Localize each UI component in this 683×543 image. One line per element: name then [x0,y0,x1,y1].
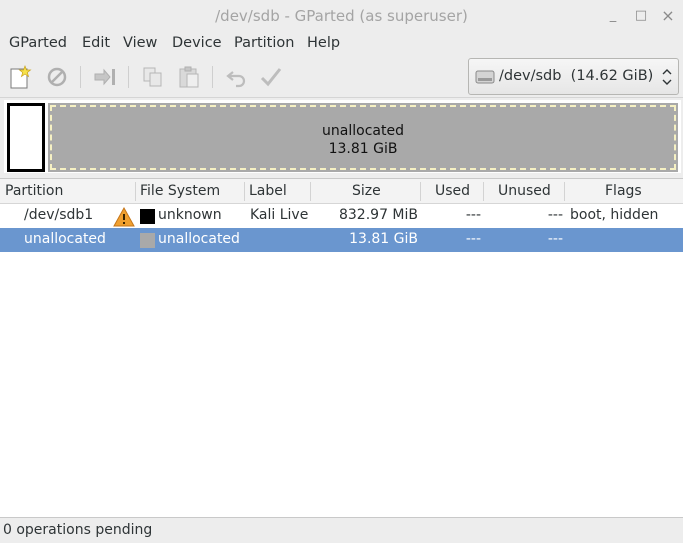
window-title: /dev/sdb - GParted (as superuser) [215,7,468,25]
cell-filesystem: unknown [158,207,222,223]
disk-map-partition-sdb1[interactable] [7,103,45,172]
menu-edit[interactable]: Edit [82,35,110,51]
menu-partition[interactable]: Partition [234,35,294,51]
column-separator [483,182,484,201]
partition-table: Partition File System Label Size Used Un… [0,178,683,518]
paste-icon[interactable] [176,64,202,90]
menu-view[interactable]: View [123,35,157,51]
column-header-used[interactable]: Used [435,183,470,199]
cell-label: Kali Live [250,207,309,223]
warning-icon [113,206,135,227]
device-selector-value: /dev/sdb (14.62 GiB) [499,68,654,84]
menu-help[interactable]: Help [307,35,340,51]
disk-map-unallocated-label: unallocated [322,123,404,139]
disk-map-unallocated-size: 13.81 GiB [328,141,398,157]
column-header-unused[interactable]: Unused [498,183,551,199]
cell-size: 13.81 GiB [349,231,418,247]
maximize-button[interactable]: □ [634,8,648,24]
cell-flags: boot, hidden [570,207,659,223]
cell-filesystem: unallocated [158,231,240,247]
cell-partition: unallocated [24,231,106,247]
column-separator [564,182,565,201]
cell-size: 832.97 MiB [338,207,418,223]
cell-unused: --- [547,207,563,223]
disk-map: unallocated 13.81 GiB [4,100,681,173]
menu-device[interactable]: Device [172,35,222,51]
copy-icon[interactable] [140,64,166,90]
menu-gparted[interactable]: GParted [9,35,67,51]
chevron-updown-icon [662,65,672,89]
column-separator [420,182,421,201]
apply-icon[interactable] [258,64,284,90]
toolbar-separator [212,66,213,88]
table-row[interactable]: /dev/sdb1 unknown Kali Live 832.97 MiB -… [0,204,683,228]
delete-icon[interactable] [44,64,70,90]
cell-partition: /dev/sdb1 [24,207,94,223]
filesystem-color-swatch [140,233,155,248]
new-partition-icon[interactable] [8,64,34,90]
resize-move-icon[interactable] [92,64,118,90]
column-header-partition[interactable]: Partition [5,183,63,199]
column-header-size[interactable]: Size [352,183,381,199]
undo-icon[interactable] [224,64,250,90]
close-button[interactable]: × [661,8,675,24]
filesystem-color-swatch [140,209,155,224]
column-header-label[interactable]: Label [249,183,287,199]
drive-icon [475,70,495,84]
disk-map-unallocated[interactable]: unallocated 13.81 GiB [48,103,678,172]
cell-used: --- [465,231,481,247]
cell-unused: --- [547,231,563,247]
column-header-flags[interactable]: Flags [605,183,642,199]
status-bar: 0 operations pending [0,518,683,543]
table-header: Partition File System Label Size Used Un… [0,179,683,204]
column-separator [244,182,245,201]
menu-bar: GParted Edit View Device Partition Help [0,32,683,56]
cell-used: --- [465,207,481,223]
column-separator [135,182,136,201]
column-separator [310,182,311,201]
minimize-button[interactable]: _ [606,8,620,24]
table-row-selected[interactable]: unallocated unallocated 13.81 GiB --- --… [0,228,683,252]
status-text: 0 operations pending [3,522,153,538]
device-selector[interactable]: /dev/sdb (14.62 GiB) [468,58,679,95]
title-bar: /dev/sdb - GParted (as superuser) _ □ × [0,0,683,32]
column-header-filesystem[interactable]: File System [140,183,220,199]
toolbar-separator [128,66,129,88]
toolbar-separator [80,66,81,88]
